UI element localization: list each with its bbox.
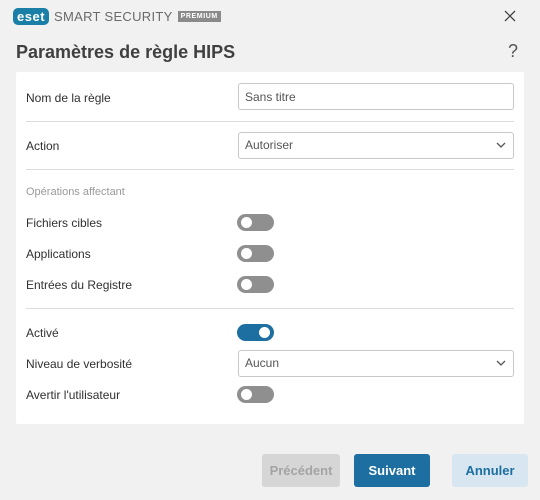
divider: [26, 308, 514, 309]
rule-name-input[interactable]: [238, 83, 514, 110]
enabled-toggle[interactable]: [237, 324, 274, 341]
rule-settings-card: Nom de la règle Action Autoriser Opérati…: [16, 72, 524, 424]
action-select-value: Autoriser: [245, 138, 294, 152]
target-files-label: Fichiers cibles: [26, 216, 103, 230]
close-icon[interactable]: [502, 8, 518, 24]
next-button[interactable]: Suivant: [354, 454, 430, 487]
cancel-button[interactable]: Annuler: [452, 454, 528, 487]
verbosity-select[interactable]: Aucun: [238, 350, 514, 377]
verbosity-label: Niveau de verbosité: [26, 357, 133, 371]
registry-entries-toggle[interactable]: [237, 276, 274, 293]
operations-section-label: Opérations affectant: [26, 186, 125, 198]
notify-user-toggle[interactable]: [237, 386, 274, 403]
brand-badge: eset: [13, 7, 50, 25]
target-files-toggle[interactable]: [237, 214, 274, 231]
chevron-down-icon: [496, 360, 506, 366]
applications-label: Applications: [26, 247, 91, 261]
action-select[interactable]: Autoriser: [238, 132, 514, 159]
product-tier: PREMIUM: [177, 10, 221, 22]
product-name: SMART SECURITY: [54, 8, 173, 24]
previous-button[interactable]: Précédent: [262, 454, 340, 487]
divider: [26, 121, 514, 122]
page-title: Paramètres de règle HIPS: [16, 42, 236, 62]
enabled-label: Activé: [26, 326, 59, 340]
toggle-knob: [259, 327, 270, 338]
chevron-down-icon: [496, 142, 506, 148]
rule-name-label: Nom de la règle: [26, 91, 111, 105]
registry-entries-label: Entrées du Registre: [26, 278, 133, 292]
notify-user-label: Avertir l'utilisateur: [26, 388, 121, 402]
eset-logo: eset SMART SECURITY PREMIUM: [13, 7, 221, 25]
toggle-knob: [241, 248, 252, 259]
title-bar: eset SMART SECURITY PREMIUM: [0, 0, 540, 32]
applications-toggle[interactable]: [237, 245, 274, 262]
toggle-knob: [241, 279, 252, 290]
help-icon[interactable]: ?: [508, 41, 518, 62]
action-label: Action: [26, 139, 60, 153]
toggle-knob: [241, 217, 252, 228]
divider: [26, 169, 514, 170]
verbosity-select-value: Aucun: [245, 356, 280, 370]
toggle-knob: [241, 389, 252, 400]
